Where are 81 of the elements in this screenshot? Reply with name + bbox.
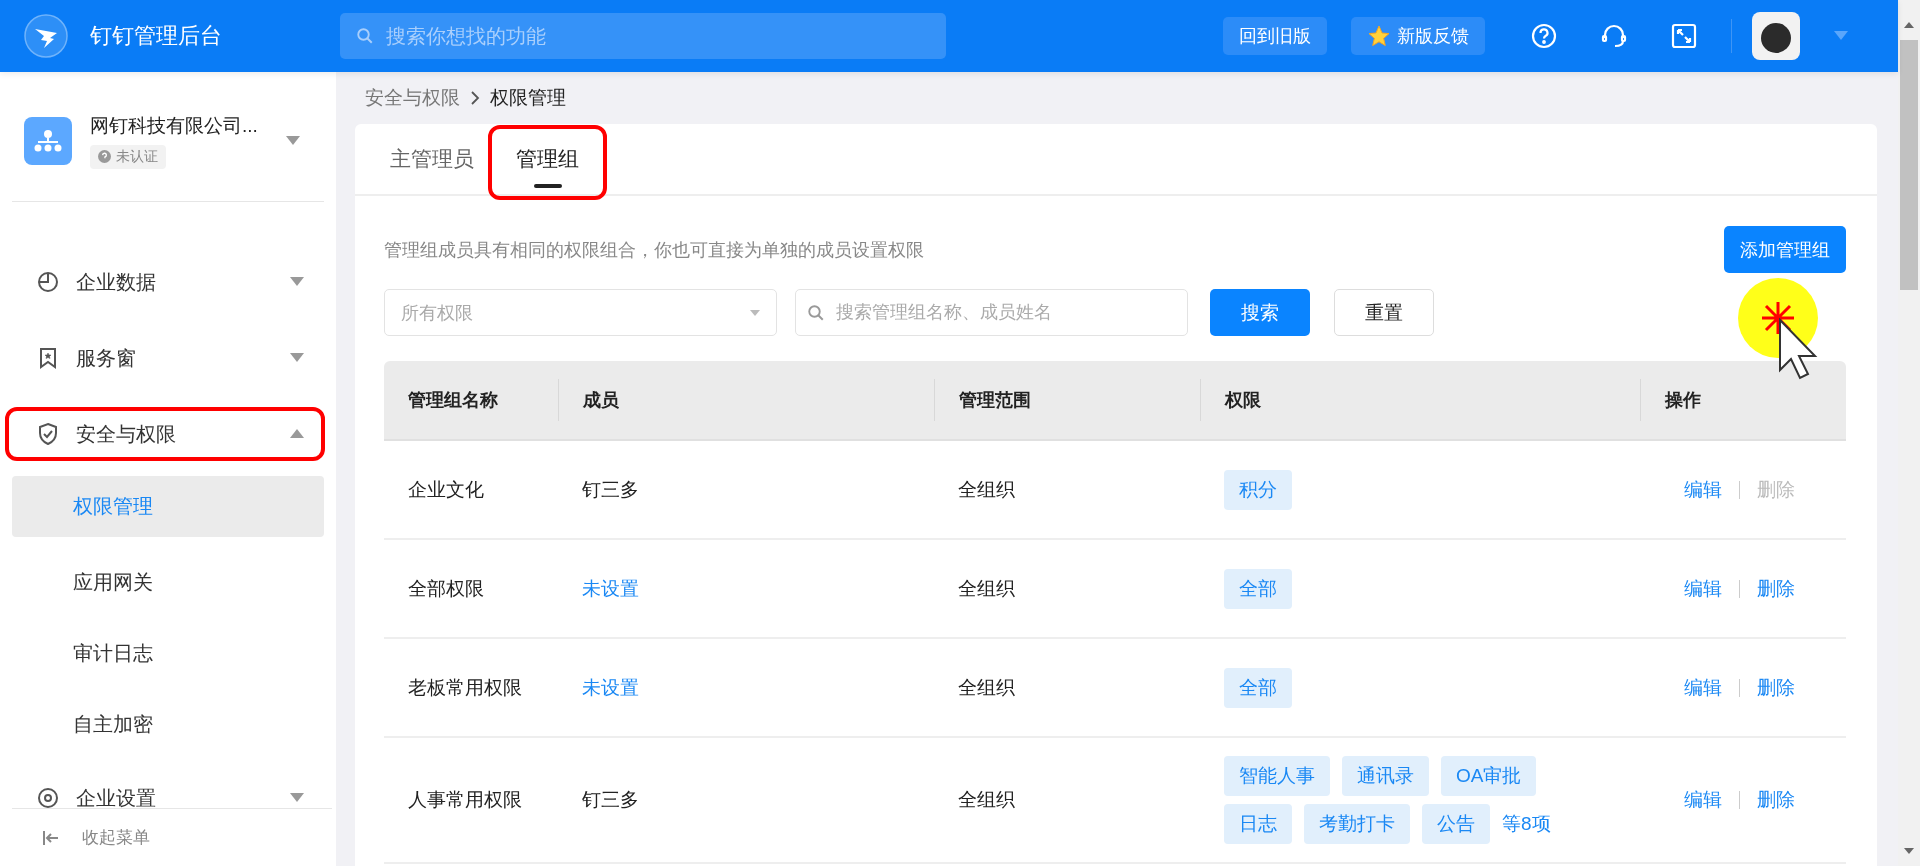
table-cell-text: 钉三多 [582,477,639,502]
question-icon [98,150,111,163]
star-icon [1367,24,1391,48]
collapse-icon [42,828,60,847]
menu-item[interactable]: 安全与权限 [12,396,324,472]
table-cell-text: 全组织 [958,477,1015,502]
edit-link[interactable]: 编辑 [1684,674,1722,701]
permission-tag: OA审批 [1441,756,1537,796]
tab[interactable]: 管理组 [516,145,579,173]
column-header: 成员 [583,389,619,412]
shield-icon [36,422,60,446]
app-title: 钉钉管理后台 [90,22,223,50]
submenu-item[interactable]: 应用网关 [12,553,324,612]
edit-link[interactable]: 编辑 [1684,476,1722,503]
permission-tag: 日志 [1224,804,1292,844]
table-cell-text: 全组织 [958,675,1015,700]
caret-icon[interactable] [286,135,300,146]
edit-link[interactable]: 编辑 [1684,575,1722,602]
scrollbar[interactable] [1898,0,1920,866]
search-button[interactable]: 搜索 [1210,289,1310,336]
table-cell-text: 全组织 [958,576,1015,601]
user-avatar[interactable] [1752,12,1800,60]
permission-select[interactable]: 所有权限 [384,289,777,336]
old-version-button[interactable]: 回到旧版 [1223,17,1327,55]
column-header: 管理组名称 [408,389,498,412]
permission-tag: 通讯录 [1342,756,1429,796]
search-field[interactable]: 搜索你想找的功能 [340,13,946,59]
breadcrumb-item: 权限管理 [490,86,566,110]
unset-member-link[interactable]: 未设置 [582,674,639,701]
pie-chart-icon [36,270,60,294]
permission-tag: 考勤打卡 [1304,804,1410,844]
tab[interactable]: 主管理员 [390,145,474,173]
tab-indicator [533,184,562,188]
caret-icon [750,309,760,316]
delete-link[interactable]: 删除 [1757,575,1795,602]
table-cell-text: 老板常用权限 [408,675,522,700]
fullscreen-icon[interactable] [1670,22,1698,50]
table-cell-text: 全部权限 [408,576,484,601]
settings-icon [36,786,60,808]
column-header: 权限 [1225,389,1261,412]
column-header: 操作 [1665,389,1701,412]
permission-tag: 全部 [1224,568,1292,609]
expand-caret-icon [290,353,304,363]
add-group-button[interactable]: 添加管理组 [1724,226,1846,273]
search-icon [356,27,374,45]
permission-tag: 智能人事 [1224,756,1330,796]
permission-tag: 全部 [1224,667,1292,708]
menu-item[interactable]: 企业设置 [12,760,324,808]
menu-item[interactable]: 企业数据 [12,244,324,320]
edit-link[interactable]: 编辑 [1684,787,1722,813]
search-icon [807,303,825,322]
org-chart-icon [34,128,62,153]
permission-tag: 公告 [1422,804,1490,844]
submenu-item[interactable]: 权限管理 [12,476,324,537]
feedback-button[interactable]: 新版反馈 [1351,17,1485,55]
chevron-right-icon [470,90,480,106]
more-link[interactable]: 等8项 [1502,811,1551,837]
reset-button[interactable]: 重置 [1334,289,1434,336]
expand-caret-icon [290,277,304,287]
column-header: 管理范围 [959,389,1031,412]
headset-icon[interactable] [1600,22,1628,50]
expand-caret-icon [290,793,304,803]
submenu-item[interactable]: 自主加密 [12,695,324,754]
table-cell-text: 钉三多 [582,788,639,812]
logo-icon [24,14,68,58]
permission-tag: 积分 [1224,469,1292,510]
table-cell-text: 企业文化 [408,477,484,502]
table-cell-text: 全组织 [958,788,1015,812]
description-text: 管理组成员具有相同的权限组合，你也可直接为单独的成员设置权限 [384,238,924,262]
menu-item[interactable]: 服务窗 [12,320,324,396]
breadcrumb-item[interactable]: 安全与权限 [365,85,460,111]
delete-link[interactable]: 删除 [1757,674,1795,701]
group-search-field[interactable]: 搜索管理组名称、成员姓名 [795,289,1188,336]
help-icon[interactable] [1530,22,1558,50]
table-cell-text: 人事常用权限 [408,788,522,812]
delete-link[interactable]: 删除 [1757,787,1795,813]
org-name: 网钉科技有限公司... [90,113,258,138]
collapse-caret-icon [290,429,304,439]
submenu-item[interactable]: 审计日志 [12,624,324,683]
unset-member-link[interactable]: 未设置 [582,575,639,602]
verification-badge: 未认证 [90,144,166,169]
